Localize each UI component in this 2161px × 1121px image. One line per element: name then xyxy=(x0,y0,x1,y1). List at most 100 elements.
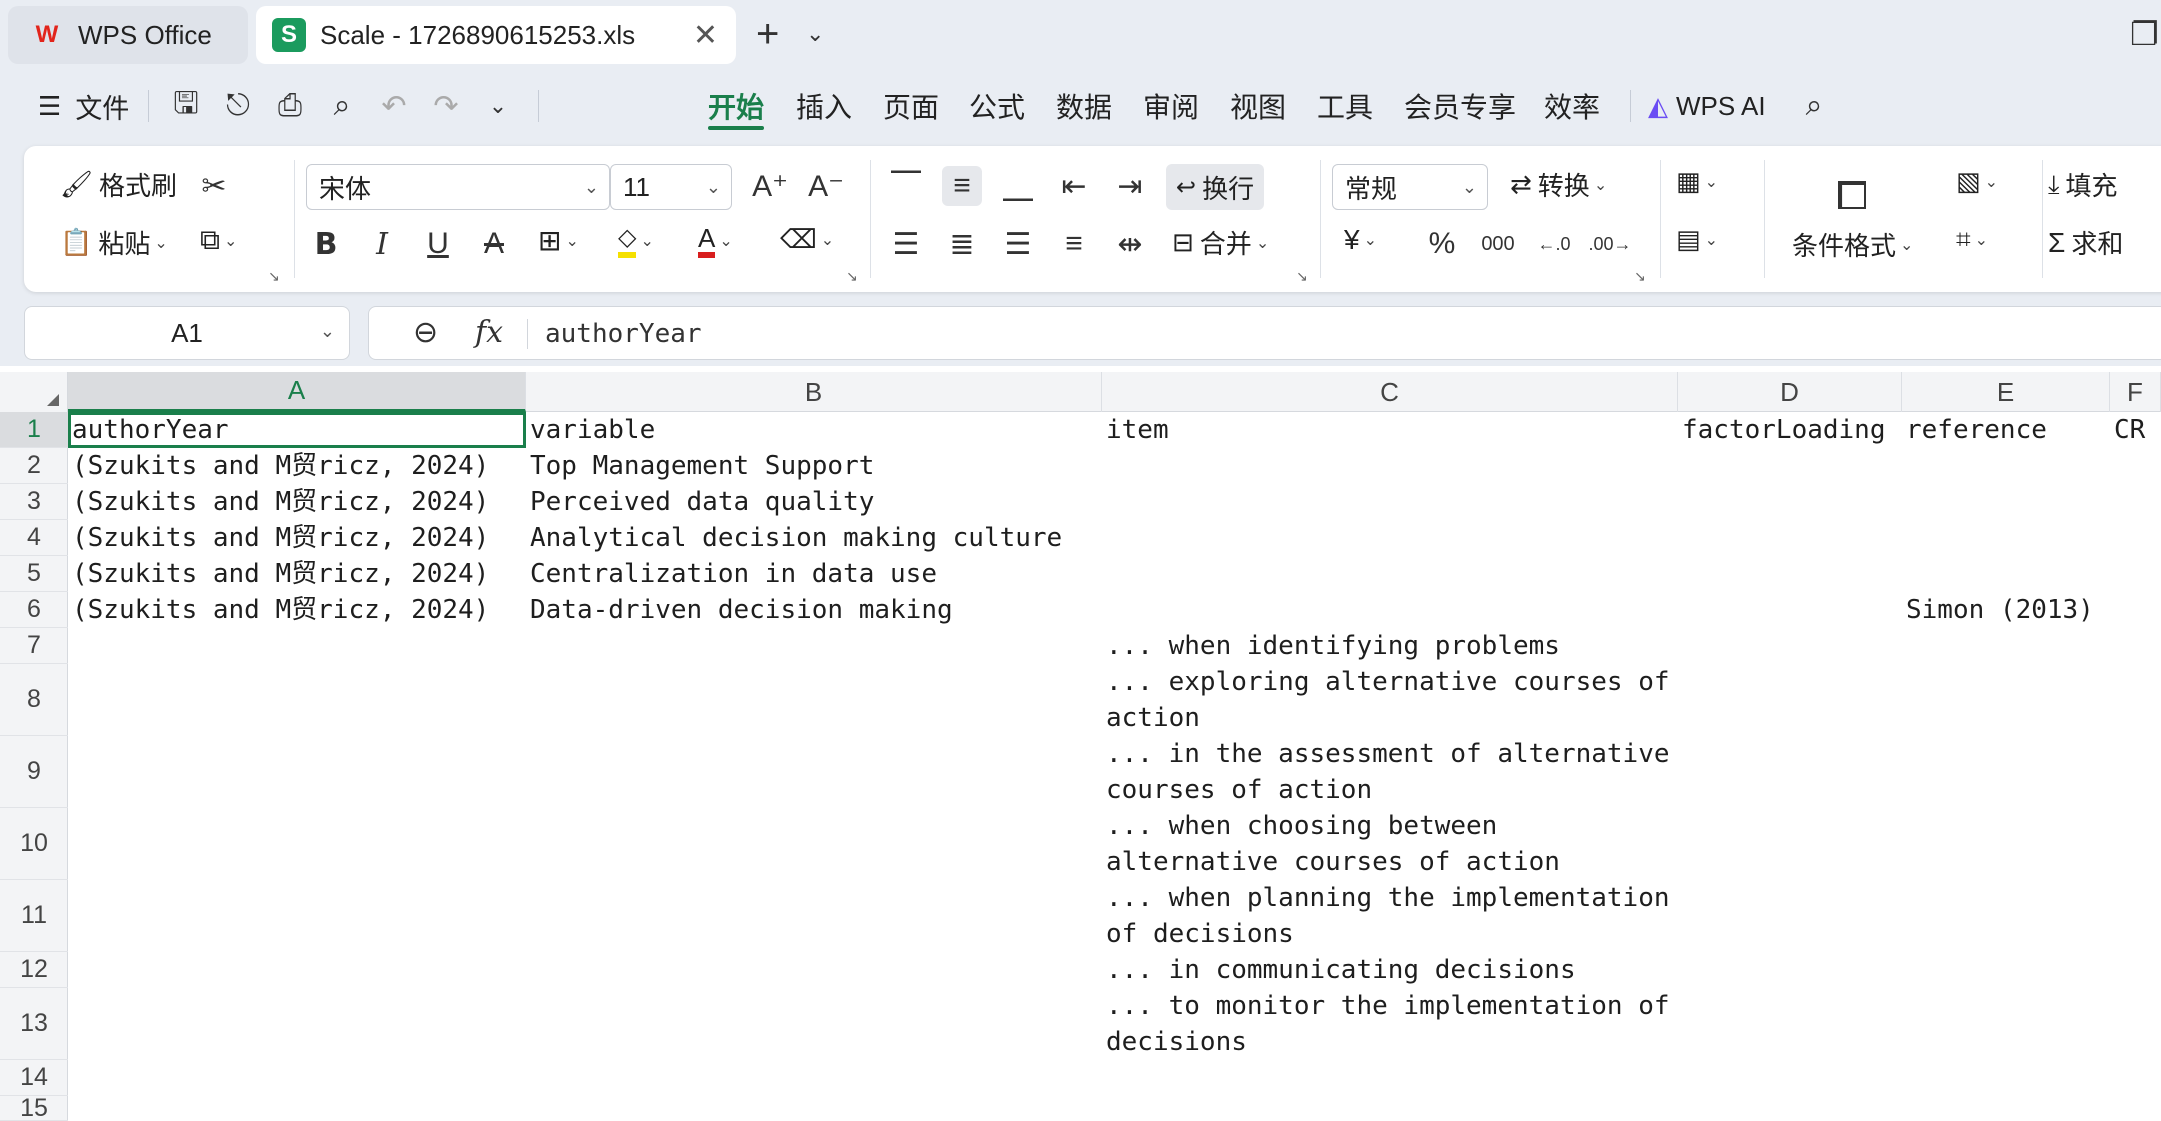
crop-button[interactable]: ⌗ ⌄ xyxy=(1956,224,1988,256)
cell-b2[interactable]: Top Management Support xyxy=(530,448,874,484)
row-header[interactable]: 13 xyxy=(0,988,68,1060)
copy-button[interactable]: ⧉ ⌄ xyxy=(200,224,237,257)
number-format-select[interactable]: 常规 ⌄ xyxy=(1332,164,1488,210)
cell-a2[interactable]: (Szukits and M贸ricz, 2024) xyxy=(72,448,489,484)
font-color-button[interactable]: A ⌄ xyxy=(698,224,733,258)
cell-c8[interactable]: ... exploring alternative courses of act… xyxy=(1106,664,1674,736)
window-restore-icon[interactable]: ❐ xyxy=(2130,12,2159,56)
undo-icon[interactable]: ↶ xyxy=(376,88,412,124)
row-header[interactable]: 8 xyxy=(0,664,68,736)
cell-c7[interactable]: ... when identifying problems xyxy=(1106,628,1674,664)
cell-a6[interactable]: (Szukits and M贸ricz, 2024) xyxy=(72,592,489,628)
dialog-launcher-icon[interactable]: ↘ xyxy=(846,268,858,285)
column-header-f[interactable]: F xyxy=(2110,372,2161,412)
tab-insert[interactable]: 插入 xyxy=(796,70,852,142)
select-all-corner[interactable] xyxy=(0,372,68,412)
tab-tools[interactable]: 工具 xyxy=(1317,70,1373,142)
cell-d1[interactable]: factorLoading xyxy=(1682,412,1886,448)
tab-spreadsheet-file[interactable]: S Scale - 1726890615253.xls ✕ xyxy=(256,6,736,64)
align-left-icon[interactable]: ☰ xyxy=(886,224,926,264)
font-size-select[interactable]: 11 ⌄ xyxy=(610,164,732,210)
table-style-button[interactable]: ▤ ⌄ xyxy=(1676,224,1718,255)
align-right-icon[interactable]: ☰ xyxy=(998,224,1038,264)
print-preview-icon[interactable]: ⌕ xyxy=(324,88,360,124)
cell-b6[interactable]: Data-driven decision making xyxy=(530,592,953,628)
row-header[interactable]: 15 xyxy=(0,1094,68,1121)
new-tab-plus-icon[interactable]: + xyxy=(756,12,779,56)
search-icon[interactable]: ⌕ xyxy=(1796,88,1832,124)
cell-b3[interactable]: Perceived data quality xyxy=(530,484,874,520)
row-header[interactable]: 3 xyxy=(0,484,68,520)
print-icon[interactable]: ⎙ xyxy=(272,88,308,124)
cell-b4[interactable]: Analytical decision making culture xyxy=(530,520,1062,556)
cell-a5[interactable]: (Szukits and M贸ricz, 2024) xyxy=(72,556,489,592)
row-header[interactable]: 11 xyxy=(0,880,68,952)
decrease-decimal-icon[interactable]: .00→ xyxy=(1588,224,1631,264)
increase-indent-icon[interactable]: ⇥ xyxy=(1110,166,1150,206)
cut-icon[interactable]: ✂ xyxy=(194,166,234,206)
column-header-e[interactable]: E xyxy=(1902,372,2110,412)
column-header-d[interactable]: D xyxy=(1678,372,1902,412)
strikethrough-icon[interactable]: A xyxy=(474,224,514,264)
cell-format-button[interactable]: ▧ ⌄ xyxy=(1956,166,1998,197)
dialog-launcher-icon[interactable]: ↘ xyxy=(1634,268,1646,285)
borders-button[interactable]: ⊞ ⌄ xyxy=(538,224,579,257)
cell-c1[interactable]: item xyxy=(1106,412,1169,448)
cell-b1[interactable]: variable xyxy=(530,412,655,448)
row-header[interactable]: 14 xyxy=(0,1060,68,1096)
cell-style-button[interactable]: ▦ ⌄ xyxy=(1676,166,1718,197)
column-header-c[interactable]: C xyxy=(1102,372,1678,412)
row-header[interactable]: 4 xyxy=(0,520,68,556)
align-top-icon[interactable]: ⎺ xyxy=(886,166,926,206)
tab-review[interactable]: 审阅 xyxy=(1143,70,1199,142)
row-header[interactable]: 1 xyxy=(0,412,68,448)
chevron-down-icon[interactable]: ⌄ xyxy=(806,12,824,56)
format-painter-button[interactable]: 🖌 格式刷 xyxy=(60,166,177,203)
zoom-icon[interactable]: ⊖ xyxy=(413,315,438,350)
percent-icon[interactable]: % xyxy=(1422,224,1462,264)
name-box[interactable]: A1 ⌄ xyxy=(24,306,350,360)
bold-icon[interactable]: B xyxy=(306,224,346,264)
row-header[interactable]: 5 xyxy=(0,556,68,592)
sum-button[interactable]: Σ 求和 xyxy=(2048,224,2123,261)
tab-wps-office[interactable]: W WPS Office xyxy=(8,6,248,64)
cell-c10[interactable]: ... when choosing between alternative co… xyxy=(1106,808,1674,880)
file-menu-button[interactable]: ☰ 文件 xyxy=(38,70,129,142)
tab-formula[interactable]: 公式 xyxy=(969,70,1025,142)
align-center-icon[interactable]: ≣ xyxy=(942,224,982,264)
dialog-launcher-icon[interactable]: ↘ xyxy=(268,268,280,285)
cell-a1[interactable]: authorYear xyxy=(72,412,229,448)
conditional-format-icon[interactable]: ⧠ xyxy=(1828,172,1876,220)
tab-efficiency[interactable]: 效率 xyxy=(1544,70,1600,142)
clear-button[interactable]: ⌫ ⌄ xyxy=(780,224,834,255)
tab-data[interactable]: 数据 xyxy=(1056,70,1112,142)
cell-f1[interactable]: CR xyxy=(2114,412,2145,448)
column-header-b[interactable]: B xyxy=(526,372,1102,412)
row-header[interactable]: 9 xyxy=(0,736,68,808)
increase-font-size-icon[interactable]: A⁺ xyxy=(750,166,790,206)
distributed-align-icon[interactable]: ⇹ xyxy=(1110,224,1150,264)
tab-home[interactable]: 开始 xyxy=(708,70,765,142)
row-header[interactable]: 10 xyxy=(0,808,68,880)
cell-a3[interactable]: (Szukits and M贸ricz, 2024) xyxy=(72,484,489,520)
wrap-text-button[interactable]: ↩ 换行 xyxy=(1166,164,1265,210)
chevron-down-icon[interactable]: ⌄ xyxy=(480,88,516,124)
thousands-separator-icon[interactable]: 000 xyxy=(1478,224,1518,264)
currency-button[interactable]: ¥ ⌄ xyxy=(1344,224,1377,256)
cell-a4[interactable]: (Szukits and M贸ricz, 2024) xyxy=(72,520,489,556)
conditional-format-button[interactable]: 条件格式 ⌄ xyxy=(1792,226,1913,263)
tab-page[interactable]: 页面 xyxy=(883,70,939,142)
cell-e6[interactable]: Simon (2013) xyxy=(1906,592,2094,628)
fill-button[interactable]: ⤓ 填充 xyxy=(2048,166,2118,203)
row-header[interactable]: 6 xyxy=(0,592,68,628)
merge-cells-button[interactable]: ⊟ 合并 ⌄ xyxy=(1172,224,1269,261)
tab-member[interactable]: 会员专享 xyxy=(1404,70,1516,142)
align-middle-icon[interactable]: ≡ xyxy=(942,166,982,206)
align-bottom-icon[interactable]: ⎽ xyxy=(998,166,1038,206)
italic-icon[interactable]: I xyxy=(362,224,402,264)
convert-button[interactable]: ⇄ 转换 ⌄ xyxy=(1510,166,1607,203)
row-header[interactable]: 2 xyxy=(0,448,68,484)
close-icon[interactable]: ✕ xyxy=(693,18,718,53)
cell-b5[interactable]: Centralization in data use xyxy=(530,556,937,592)
cell-e1[interactable]: reference xyxy=(1906,412,2047,448)
